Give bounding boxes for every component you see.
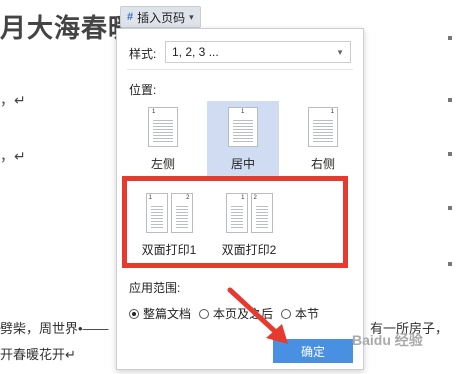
- insert-page-number-label: 插入页码: [137, 10, 186, 25]
- style-label: 样式:: [129, 47, 157, 61]
- position-option-label: 居中: [230, 157, 255, 171]
- chevron-down-icon: ▼: [336, 47, 344, 57]
- page-number-icon: #: [127, 11, 134, 23]
- page-number: 1: [330, 109, 334, 115]
- divider: [127, 69, 353, 70]
- margin-marker: [448, 152, 452, 156]
- watermark: Baidu 经验: [352, 332, 423, 348]
- scope-label: 应用范围:: [129, 281, 181, 295]
- position-option-label: 右侧: [310, 157, 335, 171]
- chevron-down-icon: ▾: [189, 11, 194, 22]
- scope-option-label: 本节: [295, 307, 320, 321]
- position-option-right[interactable]: 1 右侧: [287, 101, 359, 177]
- scope-option-whole-document[interactable]: 整篇文档: [129, 305, 191, 322]
- document-line-mark: ，↵: [0, 92, 26, 108]
- page-thumbnail: 1: [148, 107, 178, 147]
- insert-page-number-button[interactable]: # 插入页码 ▾: [120, 6, 201, 28]
- radio-icon: [199, 308, 210, 319]
- position-option-center[interactable]: 1 居中: [207, 101, 279, 177]
- page-number: 1: [152, 109, 156, 115]
- highlight-box: [122, 176, 348, 268]
- document-line-mark: ，↵: [0, 148, 26, 164]
- document-text-line: 劈柴，周世界•——: [0, 321, 109, 336]
- document-text-line: 开春暖花开↵: [0, 347, 76, 362]
- position-option-label: 左侧: [150, 157, 175, 171]
- position-option-left[interactable]: 1 左侧: [127, 101, 199, 177]
- page-thumbnail: 1: [228, 107, 258, 147]
- style-select-value: 1, 2, 3 ...: [172, 45, 219, 59]
- document-title: 月大海春暖: [0, 14, 136, 44]
- radio-selected-icon: [129, 308, 139, 319]
- annotation-arrow-icon: [227, 287, 288, 344]
- position-label: 位置:: [129, 83, 157, 97]
- margin-marker: [448, 36, 452, 40]
- margin-marker: [448, 98, 452, 102]
- scope-option-label: 整篇文档: [143, 307, 192, 321]
- page-number: 1: [241, 109, 245, 115]
- margin-marker: [448, 262, 452, 266]
- page-thumbnail: 1: [308, 107, 338, 147]
- margin-marker: [448, 206, 452, 210]
- style-select[interactable]: 1, 2, 3 ... ▼: [165, 41, 351, 63]
